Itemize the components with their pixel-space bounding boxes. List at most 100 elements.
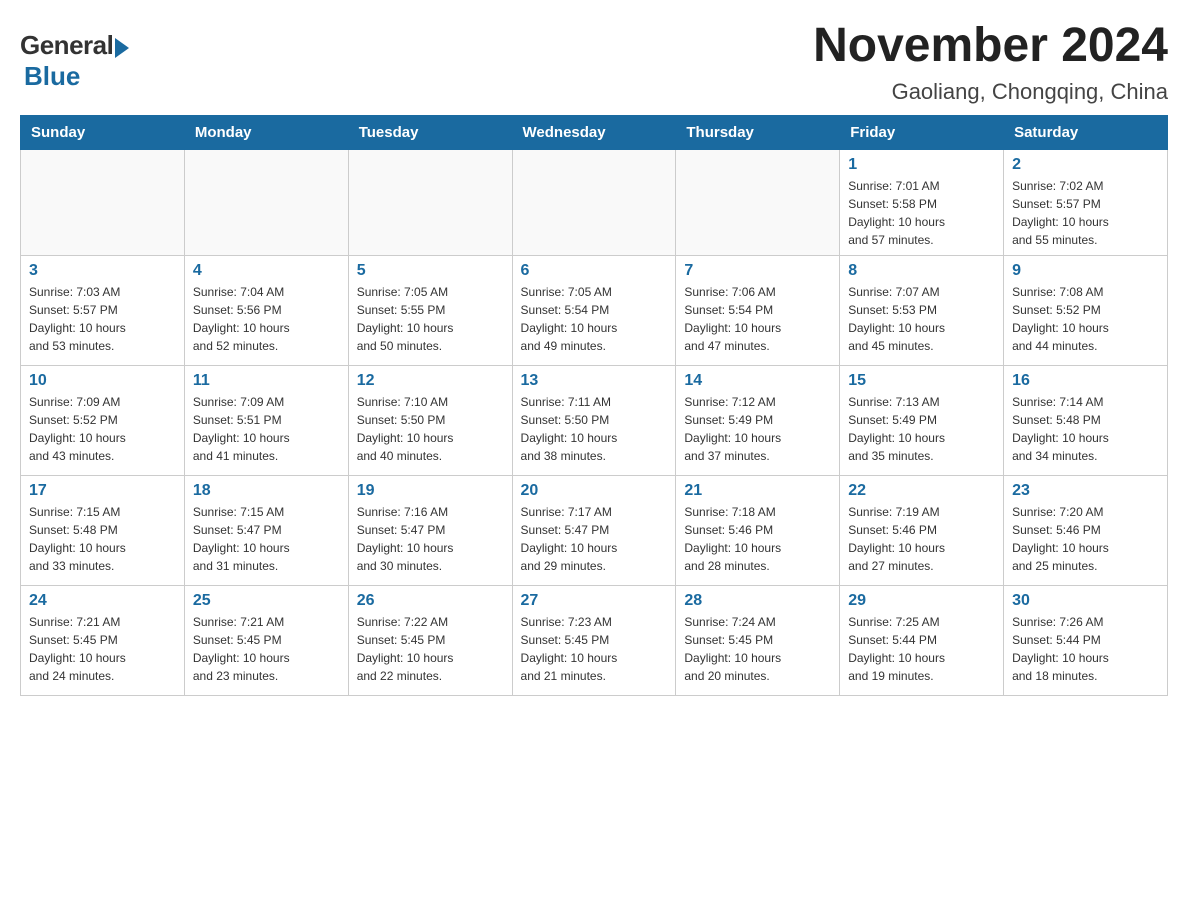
calendar-week-row: 3 Sunrise: 7:03 AM Sunset: 5:57 PM Daylig… — [21, 255, 1168, 365]
day-number: 17 — [29, 482, 176, 500]
day-number: 16 — [1012, 372, 1159, 390]
calendar-header-thursday: Thursday — [676, 115, 840, 149]
calendar-cell: 20 Sunrise: 7:17 AM Sunset: 5:47 PM Dayli… — [512, 475, 676, 585]
day-info: Sunrise: 7:20 AM Sunset: 5:46 PM Dayligh… — [1012, 503, 1159, 575]
calendar-cell: 5 Sunrise: 7:05 AM Sunset: 5:55 PM Daylig… — [348, 255, 512, 365]
day-number: 1 — [848, 156, 995, 174]
logo-blue-text: Blue — [24, 61, 80, 92]
calendar-cell: 13 Sunrise: 7:11 AM Sunset: 5:50 PM Dayli… — [512, 365, 676, 475]
logo-arrow-icon — [115, 38, 129, 58]
logo-general-text: General — [20, 30, 113, 61]
calendar-cell: 24Sunrise: 7:21 AM Sunset: 5:45 PM Dayli… — [21, 585, 185, 695]
day-number: 29 — [848, 592, 995, 610]
calendar-cell: 26Sunrise: 7:22 AM Sunset: 5:45 PM Dayli… — [348, 585, 512, 695]
calendar-cell: 25 Sunrise: 7:21 AM Sunset: 5:45 PM Dayli… — [184, 585, 348, 695]
page-header: General Blue November 2024 Gaoliang, Cho… — [20, 20, 1168, 105]
day-number: 5 — [357, 262, 504, 280]
calendar-cell: 1 Sunrise: 7:01 AM Sunset: 5:58 PM Daylig… — [840, 149, 1004, 255]
page-title: November 2024 — [813, 20, 1168, 73]
day-number: 25 — [193, 592, 340, 610]
calendar-cell: 6 Sunrise: 7:05 AM Sunset: 5:54 PM Daylig… — [512, 255, 676, 365]
day-info: Sunrise: 7:12 AM Sunset: 5:49 PM Dayligh… — [684, 393, 831, 465]
calendar-cell: 18Sunrise: 7:15 AM Sunset: 5:47 PM Dayli… — [184, 475, 348, 585]
day-info: Sunrise: 7:17 AM Sunset: 5:47 PM Dayligh… — [521, 503, 668, 575]
day-number: 14 — [684, 372, 831, 390]
day-info: Sunrise: 7:03 AM Sunset: 5:57 PM Dayligh… — [29, 283, 176, 355]
calendar-header-sunday: Sunday — [21, 115, 185, 149]
day-number: 21 — [684, 482, 831, 500]
day-number: 27 — [521, 592, 668, 610]
calendar-week-row: 10 Sunrise: 7:09 AM Sunset: 5:52 PM Dayli… — [21, 365, 1168, 475]
day-info: Sunrise: 7:18 AM Sunset: 5:46 PM Dayligh… — [684, 503, 831, 575]
calendar-cell: 17Sunrise: 7:15 AM Sunset: 5:48 PM Dayli… — [21, 475, 185, 585]
day-info: Sunrise: 7:26 AM Sunset: 5:44 PM Dayligh… — [1012, 613, 1159, 685]
calendar-cell: 15Sunrise: 7:13 AM Sunset: 5:49 PM Dayli… — [840, 365, 1004, 475]
day-number: 6 — [521, 262, 668, 280]
day-info: Sunrise: 7:25 AM Sunset: 5:44 PM Dayligh… — [848, 613, 995, 685]
day-info: Sunrise: 7:02 AM Sunset: 5:57 PM Dayligh… — [1012, 177, 1159, 249]
calendar-cell — [184, 149, 348, 255]
calendar-header-row: SundayMondayTuesdayWednesdayThursdayFrid… — [21, 115, 1168, 149]
calendar-cell: 19 Sunrise: 7:16 AM Sunset: 5:47 PM Dayli… — [348, 475, 512, 585]
day-number: 28 — [684, 592, 831, 610]
calendar-cell — [676, 149, 840, 255]
day-info: Sunrise: 7:08 AM Sunset: 5:52 PM Dayligh… — [1012, 283, 1159, 355]
day-number: 7 — [684, 262, 831, 280]
day-number: 12 — [357, 372, 504, 390]
day-number: 8 — [848, 262, 995, 280]
day-info: Sunrise: 7:23 AM Sunset: 5:45 PM Dayligh… — [521, 613, 668, 685]
calendar-cell: 9 Sunrise: 7:08 AM Sunset: 5:52 PM Daylig… — [1004, 255, 1168, 365]
calendar-week-row: 1 Sunrise: 7:01 AM Sunset: 5:58 PM Daylig… — [21, 149, 1168, 255]
day-info: Sunrise: 7:05 AM Sunset: 5:55 PM Dayligh… — [357, 283, 504, 355]
calendar-cell — [21, 149, 185, 255]
calendar-cell — [512, 149, 676, 255]
day-info: Sunrise: 7:15 AM Sunset: 5:47 PM Dayligh… — [193, 503, 340, 575]
calendar-cell: 3 Sunrise: 7:03 AM Sunset: 5:57 PM Daylig… — [21, 255, 185, 365]
calendar-cell: 8 Sunrise: 7:07 AM Sunset: 5:53 PM Daylig… — [840, 255, 1004, 365]
day-number: 24 — [29, 592, 176, 610]
day-number: 20 — [521, 482, 668, 500]
day-number: 23 — [1012, 482, 1159, 500]
day-number: 9 — [1012, 262, 1159, 280]
calendar-cell: 29 Sunrise: 7:25 AM Sunset: 5:44 PM Dayli… — [840, 585, 1004, 695]
day-number: 22 — [848, 482, 995, 500]
calendar-cell: 21 Sunrise: 7:18 AM Sunset: 5:46 PM Dayli… — [676, 475, 840, 585]
day-info: Sunrise: 7:21 AM Sunset: 5:45 PM Dayligh… — [193, 613, 340, 685]
calendar-cell — [348, 149, 512, 255]
day-number: 13 — [521, 372, 668, 390]
calendar-cell: 27 Sunrise: 7:23 AM Sunset: 5:45 PM Dayli… — [512, 585, 676, 695]
calendar-week-row: 17Sunrise: 7:15 AM Sunset: 5:48 PM Dayli… — [21, 475, 1168, 585]
calendar-table: SundayMondayTuesdayWednesdayThursdayFrid… — [20, 115, 1168, 696]
title-section: November 2024 Gaoliang, Chongqing, China — [813, 20, 1168, 105]
day-info: Sunrise: 7:14 AM Sunset: 5:48 PM Dayligh… — [1012, 393, 1159, 465]
day-number: 30 — [1012, 592, 1159, 610]
calendar-cell: 22 Sunrise: 7:19 AM Sunset: 5:46 PM Dayli… — [840, 475, 1004, 585]
day-info: Sunrise: 7:04 AM Sunset: 5:56 PM Dayligh… — [193, 283, 340, 355]
day-info: Sunrise: 7:16 AM Sunset: 5:47 PM Dayligh… — [357, 503, 504, 575]
day-info: Sunrise: 7:07 AM Sunset: 5:53 PM Dayligh… — [848, 283, 995, 355]
day-number: 2 — [1012, 156, 1159, 174]
calendar-header-tuesday: Tuesday — [348, 115, 512, 149]
calendar-cell: 4Sunrise: 7:04 AM Sunset: 5:56 PM Daylig… — [184, 255, 348, 365]
day-number: 11 — [193, 372, 340, 390]
day-info: Sunrise: 7:06 AM Sunset: 5:54 PM Dayligh… — [684, 283, 831, 355]
day-info: Sunrise: 7:09 AM Sunset: 5:51 PM Dayligh… — [193, 393, 340, 465]
day-info: Sunrise: 7:01 AM Sunset: 5:58 PM Dayligh… — [848, 177, 995, 249]
day-info: Sunrise: 7:19 AM Sunset: 5:46 PM Dayligh… — [848, 503, 995, 575]
calendar-cell: 11 Sunrise: 7:09 AM Sunset: 5:51 PM Dayli… — [184, 365, 348, 475]
calendar-header-saturday: Saturday — [1004, 115, 1168, 149]
calendar-cell: 16 Sunrise: 7:14 AM Sunset: 5:48 PM Dayli… — [1004, 365, 1168, 475]
day-number: 10 — [29, 372, 176, 390]
calendar-cell: 23 Sunrise: 7:20 AM Sunset: 5:46 PM Dayli… — [1004, 475, 1168, 585]
day-info: Sunrise: 7:09 AM Sunset: 5:52 PM Dayligh… — [29, 393, 176, 465]
calendar-week-row: 24 Sunrise: 7:21 AM Sunset: 5:45 PM Dayli… — [21, 585, 1168, 695]
calendar-cell: 10 Sunrise: 7:09 AM Sunset: 5:52 PM Dayli… — [21, 365, 185, 475]
day-info: Sunrise: 7:22 AM Sunset: 5:45 PM Dayligh… — [357, 613, 504, 685]
day-number: 3 — [29, 262, 176, 280]
day-info: Sunrise: 7:11 AM Sunset: 5:50 PM Dayligh… — [521, 393, 668, 465]
day-info: Sunrise: 7:05 AM Sunset: 5:54 PM Dayligh… — [521, 283, 668, 355]
day-number: 19 — [357, 482, 504, 500]
location-subtitle: Gaoliang, Chongqing, China — [813, 79, 1168, 105]
calendar-cell: 14 Sunrise: 7:12 AM Sunset: 5:49 PM Dayli… — [676, 365, 840, 475]
calendar-cell: 30 Sunrise: 7:26 AM Sunset: 5:44 PM Dayli… — [1004, 585, 1168, 695]
